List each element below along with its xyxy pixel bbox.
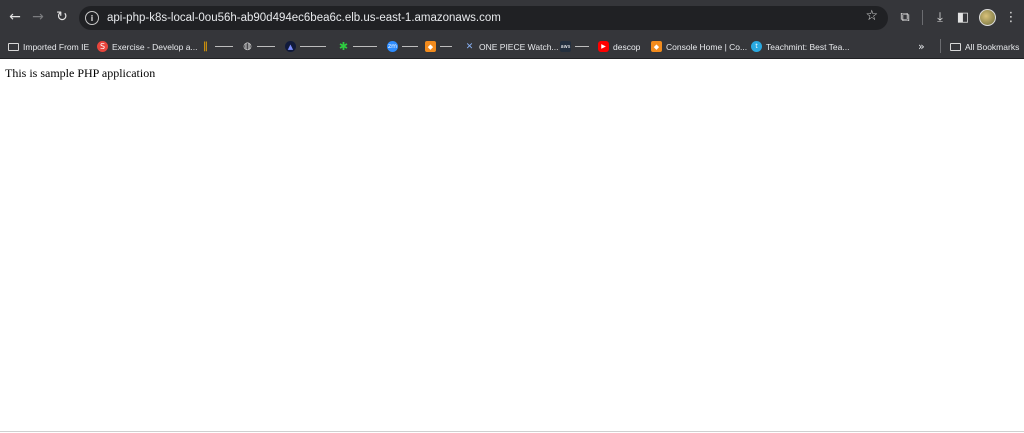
page-body-text: This is sample PHP application [5,66,156,80]
triangle-icon: ▲ [285,41,296,52]
url-text[interactable]: api-php-k8s-local-0ou56h-ab90d494ec6bea6… [107,12,501,24]
bookmark-label: Console Home | Co... [666,41,748,52]
bookmark-sparkle[interactable]: ✱ [338,38,377,55]
bookmark-label-blank [300,46,326,47]
bookmarks-divider [940,39,941,53]
download-glyph: ⤓ [937,9,943,25]
back-button[interactable]: ← [4,6,26,28]
back-arrow-icon: ← [9,9,21,25]
zoom-icon: zm [387,41,398,52]
bookmark-teachmint[interactable]: t Teachmint: Best Tea... [751,38,849,55]
site-info-glyph: i [90,13,94,23]
aws-icon: aws [560,41,571,52]
bookmark-globe[interactable]: ◍ [242,38,275,55]
box-icon: ◆ [425,41,436,52]
bookmark-label-blank [257,46,275,47]
all-bookmarks-label: All Bookmarks [965,41,1020,52]
bookmark-label: descop [613,41,641,52]
forward-arrow-icon: → [32,9,44,25]
bookmark-folder-imported[interactable]: Imported From IE [8,38,89,55]
bookmark-aws[interactable]: aws [560,38,589,55]
kebab-menu-icon: ⋮ [1004,9,1018,25]
bookmark-star-icon[interactable]: ☆ [865,8,878,24]
browser-toolbar: ← → ↻ i api-php-k8s-local-0ou56h-ab90d49… [0,0,1024,35]
globe-icon: ◍ [243,41,252,52]
analytics-icon: ‖ [203,41,208,52]
avatar-icon [978,8,996,26]
bookmark-label: Imported From IE [23,41,90,52]
forward-button[interactable]: → [27,6,49,28]
pirate-icon: ✕ [465,41,474,52]
bookmark-label-blank [353,46,377,47]
bookmark-descop[interactable]: ▶ descop [598,38,640,55]
sparkle-icon: ✱ [338,40,349,53]
bookmark-label: Exercise - Develop a... [112,41,198,52]
bookmark-exercise[interactable]: S Exercise - Develop a... [97,38,198,55]
learn-icon: S [97,41,108,52]
all-bookmarks-button[interactable]: All Bookmarks [950,38,1019,55]
profile-avatar[interactable] [977,7,997,27]
double-chevron-icon: » [918,40,925,53]
menu-button[interactable]: ⋮ [1001,7,1021,27]
folder-icon [950,41,961,52]
extensions-glyph: ⧉ [900,9,910,25]
teachmint-icon: t [751,41,762,52]
bookmark-zoom[interactable]: zm [387,38,418,55]
side-panel-glyph: ◧ [956,9,970,25]
bookmark-label-blank [215,46,233,47]
side-panel-icon[interactable]: ◧ [953,7,973,27]
bookmark-label: Teachmint: Best Tea... [766,41,850,52]
site-info-icon[interactable]: i [85,11,99,25]
bookmark-triangle[interactable]: ▲ [285,38,326,55]
address-bar[interactable]: i api-php-k8s-local-0ou56h-ab90d494ec6be… [79,6,888,30]
youtube-icon: ▶ [598,41,609,52]
bookmark-console-home[interactable]: ◆ Console Home | Co... [651,38,747,55]
bookmark-analytics[interactable]: ‖ [200,38,233,55]
aws-console-icon: ◆ [651,41,662,52]
bookmark-label-blank [402,46,418,47]
bookmarks-bar: Imported From IE S Exercise - Develop a.… [0,35,1024,59]
more-bookmarks-button[interactable]: » [918,38,925,55]
bookmark-label: ONE PIECE Watch... [479,41,559,52]
bookmark-label-blank [575,46,589,47]
folder-icon [8,41,19,52]
reload-button[interactable]: ↻ [51,6,73,28]
bookmark-one-piece[interactable]: ✕ ONE PIECE Watch... [464,38,559,55]
bookmark-label-blank [440,46,452,47]
extensions-icon[interactable]: ⧉ [895,7,915,27]
bookmark-box[interactable]: ◆ [425,38,452,55]
reload-icon: ↻ [56,9,68,25]
window-bottom-border [0,431,1024,432]
download-icon[interactable]: ⤓ [930,7,950,27]
toolbar-divider [922,10,923,25]
